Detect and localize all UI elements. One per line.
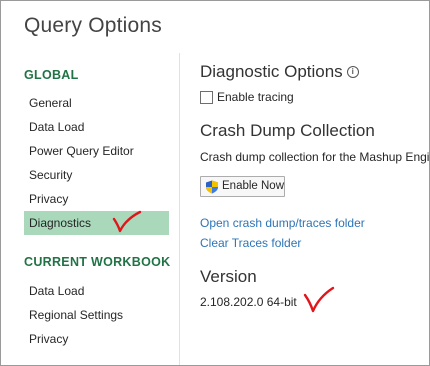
enable-tracing-label: Enable tracing	[217, 90, 294, 104]
sidebar-item-privacy[interactable]: Privacy	[24, 187, 169, 211]
diagnostic-options-heading: Diagnostic Options i	[200, 62, 359, 82]
sidebar-item-workbook-privacy[interactable]: Privacy	[24, 327, 169, 351]
open-crash-dump-folder-link[interactable]: Open crash dump/traces folder	[200, 216, 365, 230]
clear-traces-folder-link[interactable]: Clear Traces folder	[200, 236, 301, 250]
info-icon[interactable]: i	[346, 66, 359, 78]
sidebar-header-current-workbook: CURRENT WORKBOOK	[24, 255, 171, 269]
enable-now-button[interactable]: Enable Now	[200, 176, 285, 197]
red-checkmark-annotation-version	[303, 286, 335, 313]
enable-tracing-checkbox[interactable]	[200, 91, 213, 104]
sidebar: GLOBAL General Data Load Power Query Edi…	[1, 53, 179, 365]
sidebar-item-workbook-data-load[interactable]: Data Load	[24, 279, 169, 303]
enable-now-label: Enable Now	[222, 180, 285, 192]
sidebar-item-power-query-editor[interactable]: Power Query Editor	[24, 139, 169, 163]
crash-dump-description: Crash dump collection for the Mashup Eng…	[200, 150, 430, 164]
version-value: 2.108.202.0 64-bit	[200, 295, 297, 309]
sidebar-item-regional-settings[interactable]: Regional Settings	[24, 303, 169, 327]
query-options-dialog: Query Options GLOBAL General Data Load P…	[0, 0, 430, 366]
red-checkmark-annotation	[112, 210, 142, 233]
version-heading: Version	[200, 267, 257, 286]
sidebar-item-general[interactable]: General	[24, 91, 169, 115]
diagnostic-options-title: Diagnostic Options	[200, 62, 343, 81]
diagnostics-pane: Diagnostic Options i Enable tracing Crash…	[180, 53, 429, 365]
sidebar-item-diagnostics[interactable]: Diagnostics	[24, 211, 169, 235]
sidebar-header-global: GLOBAL	[24, 68, 79, 82]
sidebar-item-security[interactable]: Security	[24, 163, 169, 187]
uac-shield-icon	[206, 180, 218, 194]
sidebar-item-data-load[interactable]: Data Load	[24, 115, 169, 139]
dialog-title: Query Options	[24, 14, 162, 37]
crash-dump-heading: Crash Dump Collection	[200, 121, 375, 140]
